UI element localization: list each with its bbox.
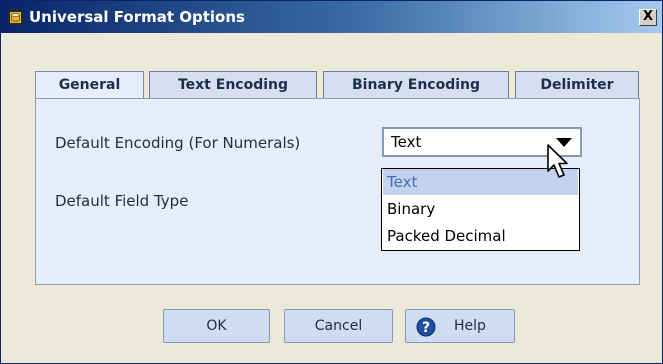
default-encoding-value: Text	[391, 133, 422, 151]
tab-binary-encoding-label: Binary Encoding	[351, 77, 481, 93]
dropdown-option-binary[interactable]: Binary	[383, 196, 578, 222]
cancel-button[interactable]: Cancel	[284, 309, 393, 343]
dropdown-option-packed-decimal[interactable]: Packed Decimal	[383, 223, 578, 249]
tab-binary-encoding[interactable]: Binary Encoding	[323, 71, 509, 99]
app-icon	[8, 10, 23, 25]
mouse-pointer-icon	[547, 144, 568, 178]
default-field-type-label: Default Field Type	[55, 192, 189, 210]
tab-text-encoding[interactable]: Text Encoding	[149, 71, 317, 99]
window-title: Universal Format Options	[29, 8, 245, 26]
svg-text:?: ?	[422, 320, 430, 336]
close-button[interactable]: X	[639, 9, 657, 26]
title-bar[interactable]: Universal Format Options X	[1, 1, 662, 33]
tab-general-label: General	[58, 77, 121, 93]
help-icon: ?	[416, 317, 436, 337]
default-encoding-label: Default Encoding (For Numerals)	[55, 134, 301, 152]
help-button[interactable]: ? Help	[405, 309, 515, 343]
universal-format-options-dialog: Universal Format Options X General Text …	[0, 0, 663, 364]
tab-delimiter[interactable]: Delimiter	[515, 71, 639, 99]
tab-text-encoding-label: Text Encoding	[177, 77, 289, 93]
tab-delimiter-label: Delimiter	[540, 77, 614, 93]
cancel-button-label: Cancel	[314, 318, 363, 334]
ok-button[interactable]: OK	[163, 309, 270, 343]
ok-button-label: OK	[206, 318, 227, 334]
close-icon: X	[642, 9, 654, 24]
help-button-label: Help	[454, 318, 486, 334]
tab-general[interactable]: General	[35, 71, 144, 99]
